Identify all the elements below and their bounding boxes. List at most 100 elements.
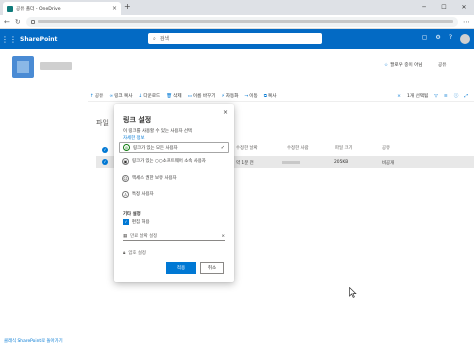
option-anyone[interactable]: ◎ 링크가 있는 모든 사용자 ✓	[119, 142, 229, 153]
option-specific-people-label: 특정 사용자	[132, 192, 154, 197]
allow-edit-checkbox[interactable]: ✓ 편집 허용	[123, 219, 150, 225]
option-specific-people[interactable]: ♙ 특정 사용자	[119, 190, 229, 199]
cmd-delete-label: 삭제	[173, 93, 182, 99]
star-icon: ☆	[384, 63, 389, 68]
command-bar-right: × 1개 선택됨 ▽ ≡ ⓘ ⤢	[397, 90, 468, 102]
move-icon: →	[244, 93, 249, 99]
option-organization[interactable]: ▣ 링크가 있는 ○○소프트웨어 소속 사용자	[119, 157, 229, 166]
option-anyone-label: 링크가 있는 모든 사용자	[133, 145, 178, 151]
clear-expiry-icon[interactable]: ×	[221, 234, 225, 239]
cmd-delete[interactable]: 🗑삭제	[166, 93, 181, 99]
link-icon: ∞	[109, 93, 114, 99]
expiry-date-field[interactable]: ▦ 만료 날짜 설정 ×	[123, 232, 225, 241]
learn-more-link[interactable]: 자세한 정보	[123, 135, 145, 141]
url-field[interactable]	[25, 16, 458, 27]
cmd-copy[interactable]: ⧉복사	[264, 93, 277, 99]
selected-count: 1개 선택됨	[407, 94, 429, 99]
other-settings-heading: 기타 설정	[123, 212, 141, 217]
suite-bar: ⋮⋮ SharePoint ⌕ 검색 ▢ ⚙ ?	[0, 29, 474, 49]
view-options-icon[interactable]: ≡	[444, 94, 448, 99]
col-file-size[interactable]: 파일 크기	[335, 145, 353, 151]
copy-icon: ⧉	[263, 93, 268, 99]
option-organization-label: 링크가 있는 ○○소프트웨어 소속 사용자	[132, 159, 206, 164]
column-headers: 수정한 날짜 수정한 사람 파일 크기 공유	[230, 145, 474, 153]
settings-gear-icon[interactable]: ⚙	[435, 34, 440, 44]
link-settings-dialog: × 링크 설정 이 링크를 사용할 수 있는 사용자 선택 자세한 정보 ◎ 링…	[114, 104, 234, 282]
deselect-icon[interactable]: ×	[397, 94, 401, 99]
expiry-placeholder: 만료 날짜 설정	[130, 234, 158, 239]
minimize-icon[interactable]: ─	[414, 0, 434, 14]
url-text-redacted	[37, 20, 453, 23]
browser-tab-bar: 공유 폴더 - OneDrive × + ─ ☐ ✕	[0, 0, 474, 15]
selected-check-icon: ✓	[220, 145, 225, 151]
cmd-rename-label: 이름 바꾸기	[192, 93, 216, 99]
cmd-automate[interactable]: ⚡자동화	[222, 93, 239, 99]
cmd-copy-label: 복사	[268, 93, 277, 99]
flow-icon: ⚡	[221, 93, 225, 99]
cmd-download-label: 다운로드	[143, 93, 161, 99]
password-field[interactable]: 🔒︎ 암호 설정	[123, 248, 225, 257]
search-icon: ⌕	[153, 35, 156, 42]
lock-icon: 🔒︎	[123, 250, 126, 256]
cmd-copy-link[interactable]: ∞링크 복사	[109, 93, 132, 99]
follow-button[interactable]: ☆ 팔로우 중이 아님	[384, 62, 423, 68]
select-all-check-icon[interactable]: ✓	[102, 147, 108, 153]
maximize-icon[interactable]: ☐	[434, 0, 454, 14]
cmd-automate-label: 자동화	[225, 93, 239, 99]
option-existing-access[interactable]: ☺ 액세스 권한 보유 사용자	[119, 174, 229, 183]
onedrive-favicon-icon	[7, 5, 13, 12]
cmd-move[interactable]: →이동	[244, 93, 257, 99]
browser-tab[interactable]: 공유 폴더 - OneDrive ×	[3, 2, 121, 15]
download-icon: ↓	[138, 93, 143, 99]
new-tab-button[interactable]: +	[124, 2, 131, 11]
filter-icon[interactable]: ▽	[434, 94, 438, 99]
browser-tab-title: 공유 폴더 - OneDrive	[16, 6, 61, 12]
cell-modified-by-redacted	[282, 161, 300, 164]
cell-size: 205KB	[334, 160, 349, 165]
search-box[interactable]: ⌕ 검색	[148, 33, 322, 44]
return-to-classic-link[interactable]: 클래식 SharePoint로 돌아가기	[4, 338, 63, 344]
back-icon[interactable]: ←	[4, 18, 10, 26]
site-share-button[interactable]: 공유	[438, 62, 446, 68]
cmd-move-label: 이동	[249, 93, 258, 99]
window-controls: ─ ☐ ✕	[414, 0, 474, 14]
tab-close-icon[interactable]: ×	[112, 5, 117, 12]
password-placeholder: 암호 설정	[128, 250, 146, 256]
cmd-rename[interactable]: ▭이름 바꾸기	[188, 93, 216, 99]
option-existing-access-label: 액세스 권한 보유 사용자	[132, 176, 177, 181]
dialog-subtitle: 이 링크를 사용할 수 있는 사용자 선택	[123, 129, 192, 134]
expand-icon[interactable]: ⤢	[464, 93, 468, 99]
help-icon[interactable]: ?	[449, 34, 452, 44]
close-window-icon[interactable]: ✕	[454, 0, 474, 14]
suite-icons: ▢ ⚙ ?	[422, 34, 470, 44]
col-sharing[interactable]: 공유	[382, 145, 390, 151]
col-modified[interactable]: 수정한 날짜	[236, 145, 258, 151]
refresh-icon[interactable]: ↻	[15, 18, 21, 26]
sharepoint-brand[interactable]: SharePoint	[20, 36, 57, 43]
app-launcher-icon[interactable]: ⋮⋮	[0, 35, 18, 44]
person-icon: ♙	[122, 191, 129, 198]
people-icon: ☺	[122, 175, 129, 182]
chat-icon[interactable]: ▢	[422, 34, 428, 44]
trash-icon: 🗑	[166, 93, 173, 99]
cmd-copy-link-label: 링크 복사	[114, 93, 133, 99]
address-bar: ← ↻ ⋯	[0, 15, 474, 29]
list-title: 파일	[96, 119, 109, 127]
follow-label: 팔로우 중이 아님	[390, 63, 423, 68]
cancel-button[interactable]: 취소	[200, 262, 224, 274]
cmd-share[interactable]: ↑공유	[90, 93, 103, 99]
building-icon: ▣	[122, 158, 129, 165]
cmd-share-label: 공유	[94, 93, 104, 99]
info-icon[interactable]: ⓘ	[454, 93, 459, 99]
user-avatar[interactable]	[460, 34, 470, 44]
apply-button[interactable]: 적용	[166, 262, 196, 274]
rename-icon: ▭	[187, 93, 192, 99]
row-check-icon[interactable]: ✓	[102, 159, 108, 165]
browser-menu-icon[interactable]: ⋯	[463, 18, 470, 26]
site-logo[interactable]	[12, 56, 34, 78]
col-modified-by[interactable]: 수정한 사람	[287, 145, 309, 151]
dialog-close-icon[interactable]: ×	[223, 109, 228, 116]
search-placeholder: 검색	[159, 36, 170, 42]
site-name-redacted	[40, 62, 72, 70]
cmd-download[interactable]: ↓다운로드	[139, 93, 161, 99]
